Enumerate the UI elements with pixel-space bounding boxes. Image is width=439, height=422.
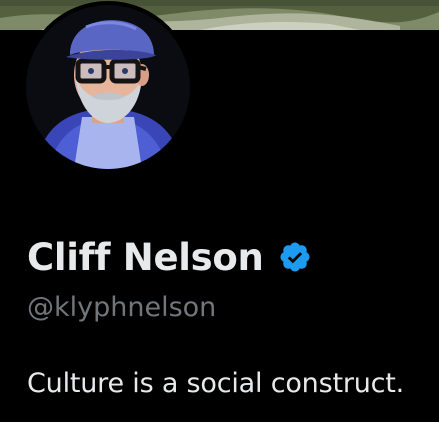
profile-bio: Culture is a social construct. [27, 368, 405, 399]
avatar[interactable] [26, 5, 190, 169]
avatar-frame[interactable] [22, 1, 194, 173]
verified-badge-icon[interactable] [278, 240, 312, 274]
display-name-row: Cliff Nelson [27, 232, 312, 282]
avatar-illustration [26, 5, 190, 169]
profile-handle: @klyphnelson [27, 292, 217, 323]
display-name: Cliff Nelson [27, 235, 264, 279]
